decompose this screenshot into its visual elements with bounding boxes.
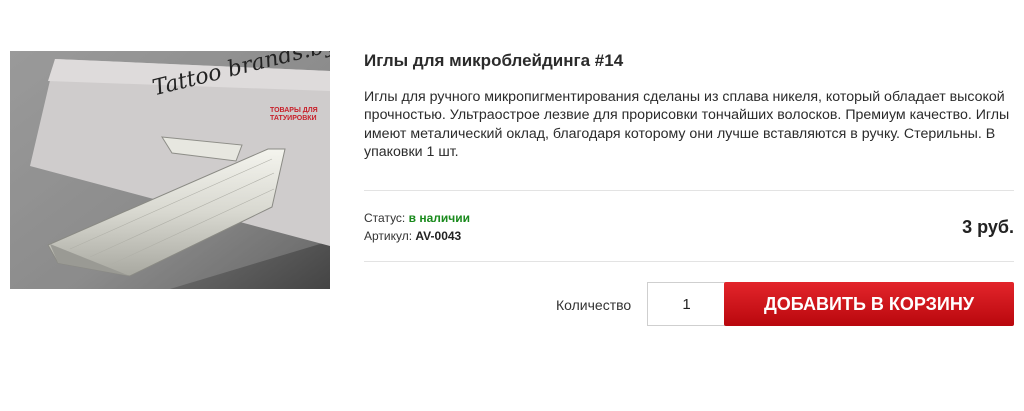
quantity-input[interactable] xyxy=(647,282,725,326)
sku-label: Артикул: xyxy=(364,229,416,243)
logo-tagline-2: ТАТУИРОВКИ xyxy=(270,115,317,122)
status-badge: в наличии xyxy=(408,211,470,225)
product-price: 3 руб. xyxy=(962,217,1014,237)
product-image: Tattoo brands.by ТОВАРЫ ДЛЯ ТАТУИРОВКИ xyxy=(10,51,330,289)
status-row: Статус: в наличии xyxy=(364,211,470,225)
quantity-label: Количество xyxy=(556,297,632,313)
status-label: Статус: xyxy=(364,211,409,225)
brand-logo: Tattoo brands.by ТОВАРЫ ДЛЯ ТАТУИРОВКИ xyxy=(150,51,330,130)
product-description: Иглы для ручного микропигментирования сд… xyxy=(364,89,1010,160)
sku-value: AV-0043 xyxy=(415,229,462,243)
add-to-cart-button[interactable]: ДОБАВИТЬ В КОРЗИНУ xyxy=(724,282,1014,326)
divider xyxy=(364,261,1014,262)
sku-row: Артикул: AV-0043 xyxy=(364,229,461,243)
product-title: Иглы для микроблейдинга #14 xyxy=(364,51,624,70)
logo-tagline-1: ТОВАРЫ ДЛЯ xyxy=(270,107,318,114)
divider xyxy=(364,190,1014,191)
